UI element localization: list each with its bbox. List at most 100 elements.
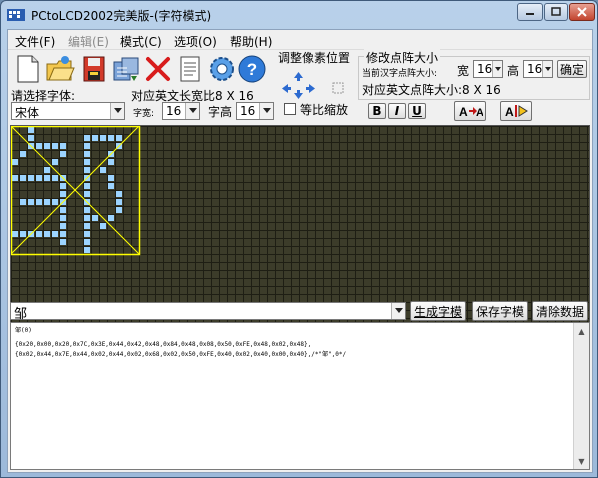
pixel-on[interactable] — [84, 135, 90, 141]
pixel-on[interactable] — [44, 199, 50, 205]
save-font-button[interactable]: 保存字模 — [472, 301, 528, 321]
pixel-on[interactable] — [92, 215, 98, 221]
pixel-on[interactable] — [20, 175, 26, 181]
pixel-on[interactable] — [116, 191, 122, 197]
pixel-editor-canvas[interactable] — [10, 125, 590, 325]
confirm-size-button[interactable]: 确定 — [557, 60, 587, 78]
pixel-on[interactable] — [84, 183, 90, 189]
pixel-on[interactable] — [20, 199, 26, 205]
pixel-on[interactable] — [84, 247, 90, 253]
font-select[interactable]: 宋体 — [11, 102, 125, 120]
pixel-on[interactable] — [108, 183, 114, 189]
char-height-select[interactable]: 16 — [236, 102, 274, 120]
pixel-on[interactable] — [28, 199, 34, 205]
pixel-on[interactable] — [84, 191, 90, 197]
menu-options[interactable]: 选项(O) — [174, 33, 217, 50]
pixel-on[interactable] — [36, 175, 42, 181]
pixel-on[interactable] — [108, 175, 114, 181]
chevron-down-icon[interactable] — [492, 61, 502, 77]
pixel-on[interactable] — [84, 167, 90, 173]
pixel-on[interactable] — [20, 151, 26, 157]
scroll-up-icon[interactable]: ▲ — [574, 323, 589, 339]
pixel-on[interactable] — [100, 167, 106, 173]
italic-button[interactable]: I — [388, 103, 406, 119]
pixel-on[interactable] — [60, 207, 66, 213]
underline-button[interactable]: U — [408, 103, 426, 119]
chevron-down-icon[interactable] — [542, 61, 552, 77]
title-bar[interactable]: PCtoLCD2002完美版-(字符模式) — [1, 1, 597, 29]
scale-checkbox[interactable] — [284, 103, 296, 115]
output-textarea[interactable]: 邹(0) {0x20,0x00,0x20,0x7C,0x3E,0x44,0x42… — [10, 322, 590, 470]
new-file-button[interactable] — [12, 53, 44, 85]
pixel-on[interactable] — [60, 191, 66, 197]
pixel-on[interactable] — [60, 151, 66, 157]
menu-file[interactable]: 文件(F) — [15, 33, 55, 50]
pixel-on[interactable] — [36, 199, 42, 205]
pixel-on[interactable] — [52, 199, 58, 205]
pixel-on[interactable] — [12, 231, 18, 237]
delete-button[interactable] — [142, 53, 174, 85]
pixel-on[interactable] — [44, 143, 50, 149]
chevron-down-icon[interactable] — [110, 103, 124, 119]
pixel-on[interactable] — [84, 143, 90, 149]
pixel-on[interactable] — [36, 231, 42, 237]
bold-button[interactable]: B — [368, 103, 386, 119]
pixel-on[interactable] — [44, 175, 50, 181]
pixel-on[interactable] — [28, 175, 34, 181]
pixel-on[interactable] — [52, 143, 58, 149]
pixel-on[interactable] — [36, 143, 42, 149]
pixel-on[interactable] — [116, 199, 122, 205]
pixel-grid[interactable] — [11, 126, 590, 325]
pixel-on[interactable] — [44, 231, 50, 237]
pixel-on[interactable] — [108, 135, 114, 141]
open-file-button[interactable] — [44, 53, 76, 85]
minimize-button[interactable] — [517, 3, 543, 21]
pixel-on[interactable] — [84, 223, 90, 229]
pixel-on[interactable] — [108, 159, 114, 165]
pixel-on[interactable] — [20, 231, 26, 237]
center-button[interactable] — [330, 80, 346, 96]
character-input[interactable]: 邹 — [10, 302, 406, 322]
pixel-on[interactable] — [84, 231, 90, 237]
help-button[interactable]: ? — [236, 53, 268, 85]
generate-button[interactable]: 生成字模 — [410, 301, 466, 321]
maximize-button[interactable] — [544, 3, 568, 21]
pixel-on[interactable] — [12, 175, 18, 181]
import-button[interactable] — [110, 53, 142, 85]
shift-down-button[interactable] — [292, 88, 305, 101]
chevron-down-icon[interactable] — [185, 103, 199, 119]
mirror-button[interactable]: A — [500, 101, 532, 121]
save-button[interactable] — [78, 53, 110, 85]
rotate-button[interactable]: A A — [454, 101, 486, 121]
chevron-down-icon[interactable] — [259, 103, 273, 119]
pixel-on[interactable] — [52, 175, 58, 181]
chevron-down-icon[interactable] — [391, 303, 405, 319]
pixel-on[interactable] — [100, 223, 106, 229]
vertical-scrollbar[interactable]: ▲ ▼ — [573, 323, 589, 469]
pixel-on[interactable] — [84, 159, 90, 165]
pixel-on[interactable] — [44, 167, 50, 173]
pixel-on[interactable] — [60, 239, 66, 245]
scroll-down-icon[interactable]: ▼ — [574, 453, 589, 469]
pixel-on[interactable] — [116, 135, 122, 141]
pixel-on[interactable] — [60, 143, 66, 149]
pixel-on[interactable] — [28, 127, 34, 133]
pixel-on[interactable] — [52, 231, 58, 237]
matrix-width-select[interactable]: 16 — [473, 60, 503, 78]
pixel-on[interactable] — [60, 223, 66, 229]
pixel-on[interactable] — [100, 135, 106, 141]
pixel-on[interactable] — [60, 231, 66, 237]
pixel-on[interactable] — [84, 151, 90, 157]
matrix-height-select[interactable]: 16 — [523, 60, 553, 78]
pixel-on[interactable] — [12, 159, 18, 165]
pixel-on[interactable] — [28, 135, 34, 141]
pixel-on[interactable] — [92, 135, 98, 141]
settings-button[interactable] — [206, 53, 238, 85]
menu-mode[interactable]: 模式(C) — [120, 33, 162, 50]
pixel-on[interactable] — [108, 215, 114, 221]
pixel-on[interactable] — [116, 207, 122, 213]
char-width-select[interactable]: 16 — [162, 102, 200, 120]
pixel-on[interactable] — [60, 183, 66, 189]
notes-button[interactable] — [174, 53, 206, 85]
pixel-on[interactable] — [84, 239, 90, 245]
